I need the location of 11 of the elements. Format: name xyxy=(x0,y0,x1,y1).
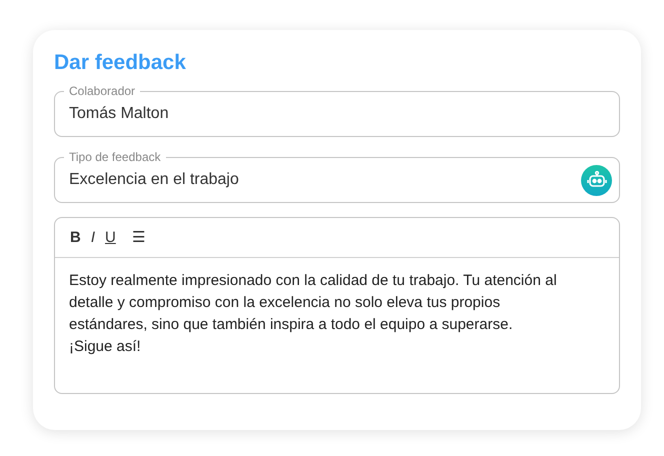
field-value: Excelencia en el trabajo xyxy=(69,170,240,190)
field-label: Tipo de feedback xyxy=(64,149,166,165)
text-editor[interactable] xyxy=(54,217,620,394)
page-title: Dar feedback xyxy=(54,50,186,76)
field-value: Tomás Malton xyxy=(69,104,170,124)
underline-button[interactable]: U xyxy=(104,228,117,248)
feedback-text: Estoy realmente impresionado con la calidad de tu trabajo. Tu atención al detalle y compromiso con la excelencia no solo eleva tus propios estándares, sino que también inspira a todo el equipo a superarse. ¡Sigue así! xyxy=(69,271,558,357)
italic-button[interactable]: I xyxy=(90,228,96,248)
robot-icon[interactable] xyxy=(581,164,612,196)
bold-button[interactable]: B xyxy=(69,228,82,248)
list-button[interactable]: ☰ xyxy=(130,228,146,248)
